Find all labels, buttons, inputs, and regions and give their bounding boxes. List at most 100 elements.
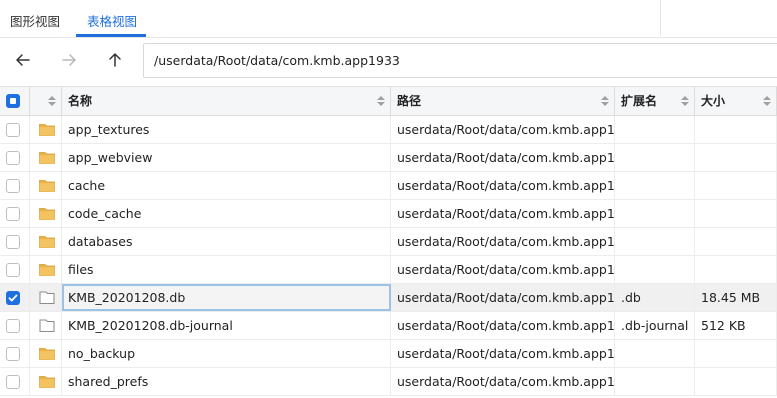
row-icon-cell [30,144,62,171]
file-icon [39,319,55,332]
row-path[interactable]: userdata/Root/data/com.kmb.app1933 [391,340,615,367]
navigation-bar: /userdata/Root/data/com.kmb.app1933 [0,38,777,84]
table-row[interactable]: app_textures userdata/Root/data/com.kmb.a… [0,116,777,144]
row-icon-cell [30,340,62,367]
header-type-cell[interactable] [30,87,62,116]
table-row[interactable]: code_cache userdata/Root/data/com.kmb.app… [0,200,777,228]
forward-button[interactable] [53,44,85,76]
row-checkbox[interactable] [6,263,20,277]
row-icon-cell [30,284,62,311]
row-ext[interactable] [615,116,695,143]
row-path[interactable]: userdata/Root/data/com.kmb.app1933 [391,144,615,171]
row-checkbox[interactable] [6,207,20,221]
header-name-label: 名称 [68,94,93,108]
row-size[interactable] [695,368,777,395]
table-row[interactable]: databases userdata/Root/data/com.kmb.app1… [0,228,777,256]
row-name[interactable]: app_textures [62,116,391,143]
folder-icon [39,263,55,276]
row-checkbox[interactable] [6,291,20,305]
table-row[interactable]: no_backup userdata/Root/data/com.kmb.app1… [0,340,777,368]
row-check-cell [0,340,30,367]
row-size[interactable] [695,200,777,227]
row-size[interactable] [695,116,777,143]
table-row[interactable]: app_webview userdata/Root/data/com.kmb.ap… [0,144,777,172]
row-checkbox[interactable] [6,235,20,249]
row-path[interactable]: userdata/Root/data/com.kmb.app1933 [391,200,615,227]
table-header: 名称 路径 扩展名 大小 [0,86,777,116]
row-ext[interactable] [615,368,695,395]
up-directory-button[interactable] [99,44,131,76]
folder-icon [39,179,55,192]
row-ext[interactable] [615,172,695,199]
row-path[interactable]: userdata/Root/data/com.kmb.app1933 [391,284,615,311]
row-name[interactable]: databases [62,228,391,255]
folder-icon [39,347,55,360]
table-row[interactable]: KMB_20201208.db userdata/Root/data/com.km… [0,284,777,312]
row-icon-cell [30,368,62,395]
folder-icon [39,375,55,388]
row-name[interactable]: KMB_20201208.db [62,284,391,311]
path-input[interactable]: /userdata/Root/data/com.kmb.app1933 [143,43,777,78]
sort-icon [48,96,56,108]
header-name[interactable]: 名称 [62,87,391,116]
row-name[interactable]: code_cache [62,200,391,227]
row-name[interactable]: shared_prefs [62,368,391,395]
row-ext[interactable] [615,340,695,367]
row-name[interactable]: KMB_20201208.db-journal [62,312,391,339]
row-ext[interactable] [615,144,695,171]
row-check-cell [0,200,30,227]
row-size[interactable] [695,256,777,283]
row-checkbox[interactable] [6,151,20,165]
sort-icon [681,96,689,108]
row-ext[interactable]: .db-journal [615,312,695,339]
row-path[interactable]: userdata/Root/data/com.kmb.app1933 [391,256,615,283]
row-size[interactable] [695,340,777,367]
table-row[interactable]: cache userdata/Root/data/com.kmb.app1933 [0,172,777,200]
row-ext[interactable] [615,228,695,255]
row-check-cell [0,144,30,171]
row-path[interactable]: userdata/Root/data/com.kmb.app1933 [391,312,615,339]
tab-table-view[interactable]: 表格视图 [87,11,137,30]
row-size[interactable]: 18.45 MB [695,284,777,311]
row-ext[interactable] [615,200,695,227]
row-size[interactable] [695,228,777,255]
row-checkbox[interactable] [6,375,20,389]
header-ext[interactable]: 扩展名 [615,87,695,116]
folder-icon [39,123,55,136]
row-path[interactable]: userdata/Root/data/com.kmb.app1933 [391,228,615,255]
row-size[interactable]: 512 KB [695,312,777,339]
tab-graphic-view[interactable]: 图形视图 [10,11,60,30]
row-checkbox[interactable] [6,179,20,193]
row-check-cell [0,172,30,199]
row-check-cell [0,256,30,283]
table-row[interactable]: shared_prefs userdata/Root/data/com.kmb.a… [0,368,777,396]
row-size[interactable] [695,172,777,199]
row-checkbox[interactable] [6,319,20,333]
row-path[interactable]: userdata/Root/data/com.kmb.app1933 [391,116,615,143]
header-size[interactable]: 大小 [695,87,777,116]
select-all-checkbox[interactable] [6,94,20,108]
file-icon [39,291,55,304]
row-size[interactable] [695,144,777,171]
header-path[interactable]: 路径 [391,87,615,116]
table-row[interactable]: KMB_20201208.db-journal userdata/Root/dat… [0,312,777,340]
row-check-cell [0,368,30,395]
row-name[interactable]: cache [62,172,391,199]
row-ext[interactable]: .db [615,284,695,311]
row-name[interactable]: no_backup [62,340,391,367]
row-check-cell [0,284,30,311]
row-check-cell [0,116,30,143]
active-tab-indicator [76,34,146,37]
row-checkbox[interactable] [6,123,20,137]
back-button[interactable] [7,44,39,76]
row-path[interactable]: userdata/Root/data/com.kmb.app1933 [391,172,615,199]
row-check-cell [0,228,30,255]
row-name[interactable]: files [62,256,391,283]
folder-icon [39,207,55,220]
row-name[interactable]: app_webview [62,144,391,171]
row-checkbox[interactable] [6,347,20,361]
row-ext[interactable] [615,256,695,283]
view-tab-bar: 图形视图 表格视图 [0,0,777,38]
row-path[interactable]: userdata/Root/data/com.kmb.app1933 [391,368,615,395]
table-row[interactable]: files userdata/Root/data/com.kmb.app1933 [0,256,777,284]
